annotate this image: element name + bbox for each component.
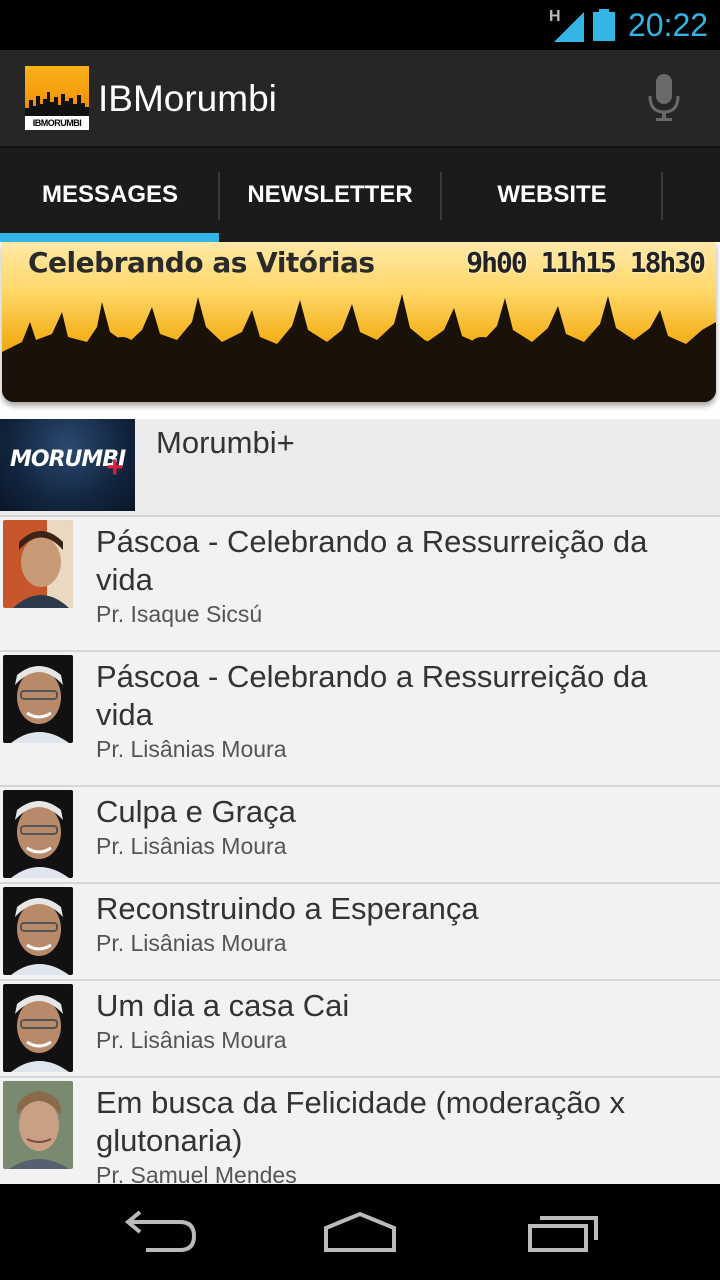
message-title: Culpa e Graça <box>96 794 296 829</box>
banner[interactable]: Celebrando as Vitórias 9h00 11h15 18h30 <box>0 242 720 419</box>
signal-icon <box>554 12 584 42</box>
crowd-silhouette <box>2 294 716 402</box>
navigation-bar <box>0 1184 720 1280</box>
list-item[interactable]: Culpa e Graça Pr. Lisânias Moura <box>0 787 720 884</box>
message-title: Um dia a casa Cai <box>96 988 350 1023</box>
speaker-photo <box>3 520 73 608</box>
message-author: Pr. Samuel Mendes <box>96 1162 297 1184</box>
speaker-photo <box>3 984 73 1072</box>
status-bar: H 20:22 <box>0 0 720 50</box>
featured-title: Morumbi+ <box>156 425 295 460</box>
tab-newsletter[interactable]: NEWSLETTER <box>220 148 440 244</box>
banner-image: Celebrando as Vitórias 9h00 11h15 18h30 <box>2 242 716 402</box>
tab-website[interactable]: WEBSITE <box>442 148 662 244</box>
recents-icon[interactable] <box>520 1204 610 1260</box>
speaker-photo <box>3 790 73 878</box>
message-author: Pr. Lisânias Moura <box>96 736 287 762</box>
list-item[interactable]: Um dia a casa Cai Pr. Lisânias Moura <box>0 981 720 1078</box>
message-author: Pr. Lisânias Moura <box>96 833 287 859</box>
speaker-photo <box>3 655 73 743</box>
message-title: Em busca da Felicidade (moderação x glut… <box>96 1085 625 1158</box>
list-item[interactable]: Reconstruindo a Esperança Pr. Lisânias M… <box>0 884 720 981</box>
action-bar: IBMORUMBI IBMorumbi <box>0 50 720 146</box>
tab-divider <box>661 172 663 220</box>
back-icon[interactable] <box>116 1204 206 1260</box>
logo-text: IBMORUMBI <box>25 116 89 130</box>
clock: 20:22 <box>628 7 709 43</box>
speaker-photo <box>3 1081 73 1169</box>
message-list[interactable]: Páscoa - Celebrando a Ressurreição da vi… <box>0 517 720 1184</box>
tab-messages[interactable]: MESSAGES <box>0 148 220 244</box>
banner-times: 9h00 11h15 18h30 <box>466 246 706 279</box>
banner-title: Celebrando as Vitórias <box>28 246 375 279</box>
app-logo[interactable]: IBMORUMBI <box>25 66 89 130</box>
featured-thumbnail: MORUMBI + <box>0 419 135 511</box>
featured-item[interactable]: MORUMBI + Morumbi+ <box>0 419 720 517</box>
battery-icon <box>593 9 615 41</box>
message-author: Pr. Isaque Sicsú <box>96 601 263 627</box>
message-author: Pr. Lisânias Moura <box>96 930 287 956</box>
list-item[interactable]: Em busca da Felicidade (moderação x glut… <box>0 1078 720 1184</box>
skyline-graphic <box>25 92 89 118</box>
list-item[interactable]: Páscoa - Celebrando a Ressurreição da vi… <box>0 652 720 787</box>
mic-icon[interactable] <box>648 74 680 122</box>
message-title: Páscoa - Celebrando a Ressurreição da vi… <box>96 659 648 732</box>
message-title: Páscoa - Celebrando a Ressurreição da vi… <box>96 524 648 597</box>
app-title: IBMorumbi <box>98 78 277 119</box>
tab-bar: MESSAGES NEWSLETTER WEBSITE <box>0 146 720 244</box>
message-title: Reconstruindo a Esperança <box>96 891 479 926</box>
featured-thumb-plus: + <box>106 451 124 484</box>
message-author: Pr. Lisânias Moura <box>96 1027 287 1053</box>
speaker-photo <box>3 887 73 975</box>
list-item[interactable]: Páscoa - Celebrando a Ressurreição da vi… <box>0 517 720 652</box>
home-icon[interactable] <box>316 1204 406 1260</box>
